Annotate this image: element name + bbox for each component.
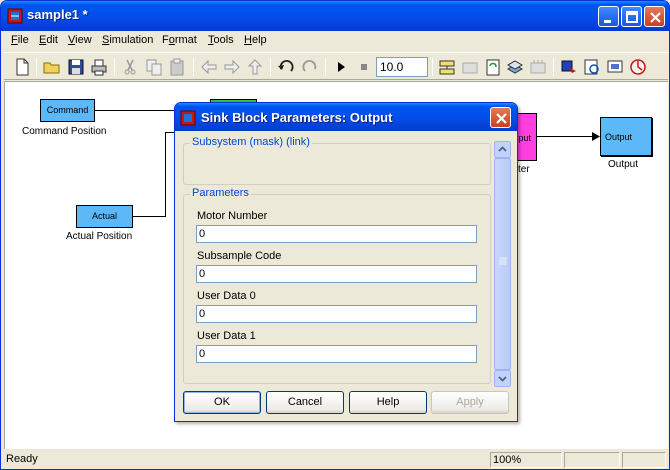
close-button[interactable]: [644, 6, 665, 27]
menu-view[interactable]: View: [68, 34, 92, 46]
dialog-title: Sink Block Parameters: Output: [201, 110, 393, 125]
open-icon[interactable]: [42, 57, 62, 77]
user-data-0-field[interactable]: 0: [196, 305, 477, 323]
cut-icon[interactable]: [120, 57, 140, 77]
command-block[interactable]: Command: [40, 99, 95, 122]
paste-icon[interactable]: [167, 57, 187, 77]
maximize-button[interactable]: [621, 6, 642, 27]
command-block-text: Command: [46, 105, 89, 115]
stop-time-input[interactable]: 10.0: [376, 57, 428, 77]
parameters-legend: Parameters: [190, 187, 251, 199]
subsystem-group: Subsystem (mask) (link): [183, 136, 491, 185]
scroll-down-button[interactable]: [494, 370, 511, 387]
up-icon[interactable]: [245, 57, 265, 77]
build-icon[interactable]: [437, 57, 457, 77]
undo-icon[interactable]: [276, 57, 296, 77]
library-browser-icon[interactable]: [505, 57, 525, 77]
output-block-label: Output: [608, 159, 639, 170]
actual-block[interactable]: Actual: [76, 205, 133, 228]
actual-wire-h[interactable]: [133, 216, 165, 217]
status-cell-empty: [564, 452, 620, 468]
scroll-up-button[interactable]: [494, 141, 511, 158]
subsystem-legend: Subsystem (mask) (link): [190, 136, 312, 148]
model-advisor-icon[interactable]: [528, 57, 548, 77]
sink-block-parameters-dialog: Sink Block Parameters: Output Subsystem …: [174, 102, 518, 422]
stop-icon[interactable]: [354, 57, 374, 77]
model-explorer-icon[interactable]: [559, 57, 579, 77]
user-data-0-label: User Data 0: [197, 290, 256, 302]
output-block[interactable]: Output: [600, 117, 652, 156]
copy-icon[interactable]: [144, 57, 164, 77]
apply-button[interactable]: Apply: [431, 391, 509, 414]
motor-number-field[interactable]: 0: [196, 225, 477, 243]
pink-block[interactable]: tput: [515, 113, 537, 161]
redo-icon[interactable]: [300, 57, 320, 77]
back-icon[interactable]: [199, 57, 219, 77]
menu-file[interactable]: File: [11, 34, 29, 46]
simulink-model-icon: [7, 8, 23, 24]
arrow-head-icon: [592, 132, 600, 141]
title-bar[interactable]: sample1 *: [1, 1, 669, 31]
toolbar: 10.0: [4, 52, 668, 80]
menu-edit[interactable]: Edit: [39, 34, 58, 46]
ok-button[interactable]: OK: [183, 391, 261, 414]
save-icon[interactable]: [66, 57, 86, 77]
dialog-title-bar[interactable]: Sink Block Parameters: Output: [175, 103, 517, 131]
subsample-code-label: Subsample Code: [197, 250, 282, 262]
status-text: Ready: [6, 453, 38, 465]
scroll-thumb[interactable]: [494, 158, 511, 370]
grip-icon: [499, 257, 507, 265]
menu-bar: File Edit View Simulation Format Tools H…: [4, 31, 668, 51]
menu-simulation[interactable]: Simulation: [102, 34, 153, 46]
incremental-build-icon[interactable]: [460, 57, 480, 77]
cancel-button[interactable]: Cancel: [266, 391, 344, 414]
play-icon[interactable]: [331, 57, 351, 77]
actual-block-text: Actual: [91, 211, 117, 221]
chevron-up-icon: [498, 146, 507, 152]
actual-wire-v[interactable]: [165, 132, 166, 217]
simulink-model-icon: [180, 110, 196, 126]
help-button[interactable]: Help: [349, 391, 427, 414]
update-diagram-icon[interactable]: [483, 57, 503, 77]
window-title: sample1 *: [27, 7, 88, 22]
dialog-close-button[interactable]: [490, 107, 511, 128]
status-bar: Ready 100%: [4, 451, 668, 469]
subsample-code-field[interactable]: 0: [196, 265, 477, 283]
dialog-scrollbar[interactable]: [494, 141, 511, 387]
profiler-icon[interactable]: [628, 57, 648, 77]
motor-number-label: Motor Number: [197, 210, 268, 222]
pink-block-text: tput: [516, 133, 532, 143]
new-icon[interactable]: [12, 57, 32, 77]
actual-block-label: Actual Position: [66, 231, 133, 242]
debugger-icon[interactable]: [605, 57, 625, 77]
minimize-button[interactable]: [598, 6, 619, 27]
output-block-text: Output: [605, 132, 633, 142]
status-cell-solver: [622, 452, 666, 468]
user-data-1-label: User Data 1: [197, 330, 256, 342]
menu-help[interactable]: Help: [244, 34, 267, 46]
chevron-down-icon: [498, 376, 507, 382]
menu-format[interactable]: Format: [162, 34, 197, 46]
print-icon[interactable]: [89, 57, 109, 77]
find-icon[interactable]: [582, 57, 602, 77]
pink-block-label: ter: [518, 164, 530, 175]
output-wire[interactable]: [537, 136, 594, 137]
menu-tools[interactable]: Tools: [208, 34, 234, 46]
command-block-label: Command Position: [22, 126, 107, 137]
zoom-level: 100%: [490, 452, 562, 468]
user-data-1-field[interactable]: 0: [196, 345, 477, 363]
forward-icon[interactable]: [222, 57, 242, 77]
